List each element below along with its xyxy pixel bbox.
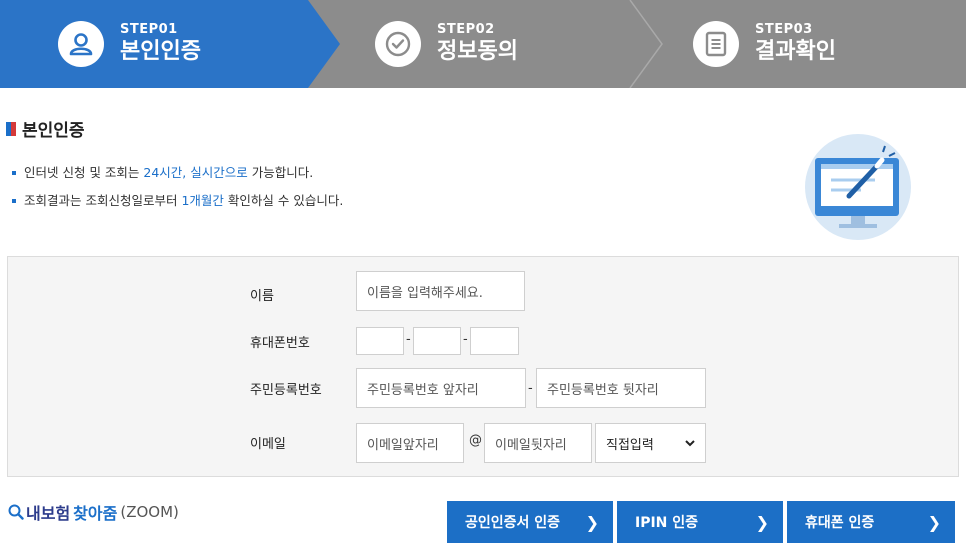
ipin-auth-label: IPIN 인증 — [635, 515, 699, 531]
section-heading: 본인인증 — [6, 116, 85, 141]
phone-label: 휴대폰번호 — [250, 336, 310, 351]
rrn-separator: - — [528, 381, 533, 396]
notice-item: 인터넷 신청 및 조회는 24시간, 실시간으로 가능합니다. — [10, 159, 343, 187]
email-domain-select[interactable]: 직접입력 — [595, 423, 706, 463]
email-label: 이메일 — [250, 437, 286, 452]
document-icon — [693, 21, 739, 67]
chevron-right-icon: ❯ — [585, 512, 599, 532]
email-domain-input[interactable]: 이메일뒷자리 — [484, 423, 592, 463]
phone-part2-input[interactable] — [413, 327, 461, 355]
phone-separator: - — [406, 332, 411, 347]
step-progress-bar: STEP01 본인인증 STEP02 정보동의 STEP03 결과확인 — [0, 0, 966, 88]
step-2-label: STEP02 — [437, 22, 495, 37]
notice-list: 인터넷 신청 및 조회는 24시간, 실시간으로 가능합니다. 조회결과는 조회… — [10, 159, 343, 215]
step-2-title: 정보동의 — [437, 39, 518, 64]
step-3-label: STEP03 — [755, 22, 813, 37]
step-1-title: 본인인증 — [120, 39, 201, 64]
cert-auth-label: 공인인증서 인증 — [465, 515, 561, 531]
chevron-down-icon — [685, 439, 695, 446]
name-label: 이름 — [250, 289, 274, 304]
brand-part3: (ZOOM) — [120, 503, 179, 521]
email-domain-select-value: 직접입력 — [606, 437, 654, 453]
person-icon — [58, 21, 104, 67]
step-1: STEP01 본인인증 — [58, 0, 201, 88]
monitor-illustration-icon — [805, 134, 911, 240]
step-3: STEP03 결과확인 — [693, 0, 836, 88]
step-3-title: 결과확인 — [755, 39, 836, 64]
section-title: 본인인증 — [22, 121, 85, 141]
rrn-front-input[interactable]: 주민등록번호 앞자리 — [356, 368, 526, 408]
email-front-input[interactable]: 이메일앞자리 — [356, 423, 464, 463]
phone-part1-input[interactable] — [356, 327, 404, 355]
name-input[interactable]: 이름을 입력해주세요. — [356, 271, 525, 311]
brand-logo: 내보험 찾아줌 (ZOOM) — [8, 500, 179, 524]
brand-part2: 찾아줌 — [73, 504, 118, 523]
check-circle-icon — [375, 21, 421, 67]
phone-separator: - — [463, 332, 468, 347]
phone-auth-button[interactable]: 휴대폰 인증 ❯ — [787, 501, 955, 543]
rrn-back-input[interactable]: 주민등록번호 뒷자리 — [536, 368, 706, 408]
phone-part3-input[interactable] — [470, 327, 519, 355]
cert-auth-button[interactable]: 공인인증서 인증 ❯ — [447, 501, 613, 543]
brand-part1: 내보험 — [26, 504, 71, 523]
search-icon — [8, 504, 24, 520]
notice-item: 조회결과는 조회신청일로부터 1개월간 확인하실 수 있습니다. — [10, 187, 343, 215]
rrn-label: 주민등록번호 — [250, 383, 322, 398]
phone-auth-label: 휴대폰 인증 — [805, 515, 875, 531]
email-at-sign: @ — [469, 433, 482, 448]
identity-form: 이름 이름을 입력해주세요. 휴대폰번호 - - 주민등록번호 주민등록번호 앞… — [7, 256, 959, 477]
chevron-right-icon: ❯ — [927, 512, 941, 532]
chevron-right-icon: ❯ — [755, 512, 769, 532]
step-2: STEP02 정보동의 — [375, 0, 518, 88]
title-marker-icon — [6, 121, 16, 136]
step-1-label: STEP01 — [120, 22, 178, 37]
ipin-auth-button[interactable]: IPIN 인증 ❯ — [617, 501, 783, 543]
